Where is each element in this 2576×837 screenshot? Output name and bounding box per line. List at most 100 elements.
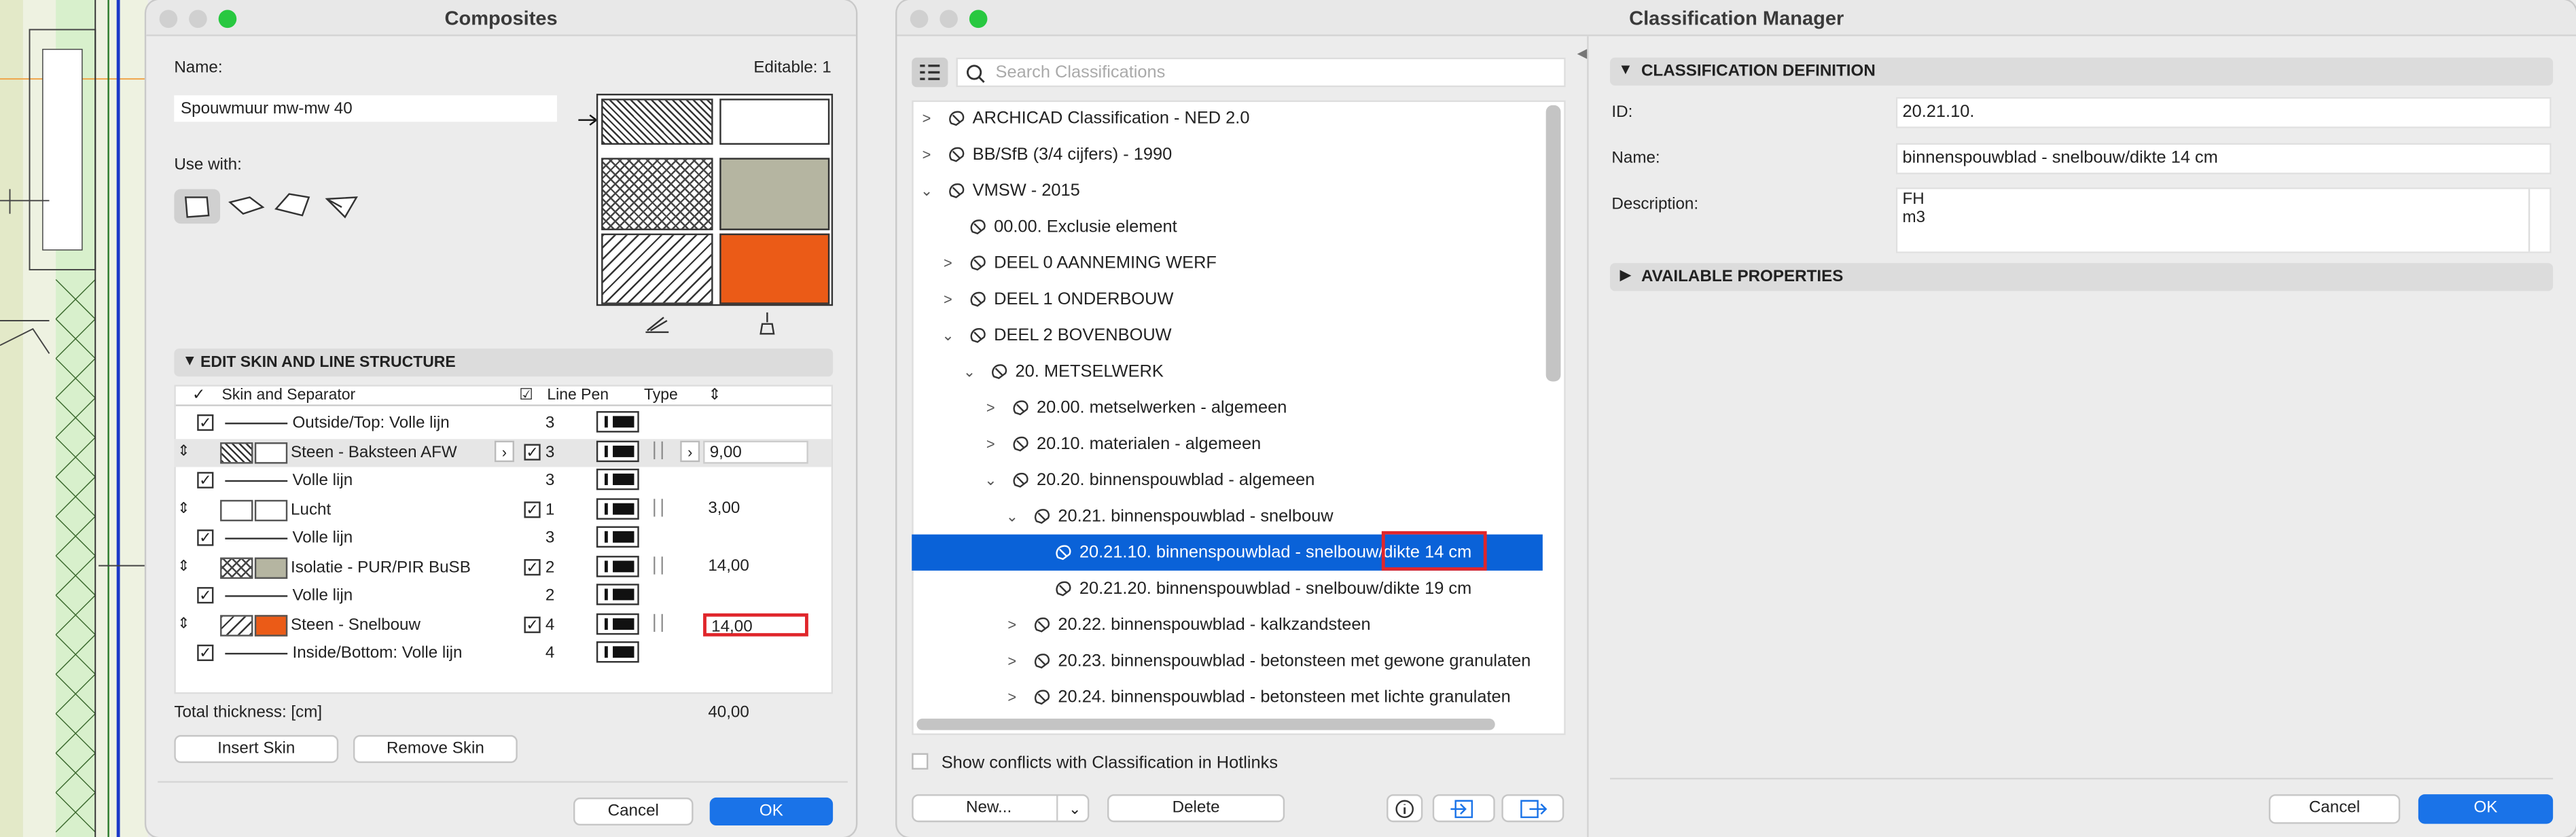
skin-line-checkbox[interactable]: ✓ bbox=[524, 501, 541, 518]
drag-handle-icon[interactable]: ⇕ bbox=[177, 614, 190, 633]
tree-item-7[interactable]: ⌄ 20. METSELWERK bbox=[912, 353, 1543, 389]
skin-line-checkbox[interactable]: ✓ bbox=[524, 616, 541, 633]
drag-handle-icon[interactable]: ⇕ bbox=[177, 556, 190, 575]
chevron-right-icon[interactable]: › bbox=[494, 440, 514, 461]
drag-handle-icon[interactable]: ⇕ bbox=[177, 442, 190, 460]
tree-item-1[interactable]: > BB/SfB (3/4 cijfers) - 1990 bbox=[912, 137, 1543, 173]
skin-thickness-field[interactable]: 14,00 bbox=[703, 555, 808, 578]
floor-plan-view[interactable] bbox=[0, 0, 148, 837]
chevron-down-icon[interactable]: ⌄ bbox=[1004, 498, 1020, 534]
skin-color-swatch[interactable] bbox=[254, 499, 288, 521]
line-visible-checkbox[interactable]: ✓ bbox=[197, 587, 214, 604]
tree-item-6[interactable]: ⌄ DEEL 2 BOVENBOUW bbox=[912, 317, 1543, 353]
drag-handle-icon[interactable]: ⇕ bbox=[177, 499, 190, 518]
available-properties-header[interactable]: ▶ AVAILABLE PROPERTIES bbox=[1610, 263, 2554, 291]
line-pen-number[interactable]: 3 bbox=[545, 529, 554, 548]
chevron-right-icon[interactable]: > bbox=[982, 426, 999, 462]
classification-definition-header[interactable]: ▼ CLASSIFICATION DEFINITION bbox=[1610, 57, 2554, 86]
remove-skin-button[interactable]: Remove Skin bbox=[353, 734, 518, 764]
chevron-right-icon[interactable]: › bbox=[680, 440, 700, 461]
line-pen-number[interactable]: 1 bbox=[545, 501, 554, 519]
skin-row-7[interactable]: ⇕ Steen - Snelbouw ✓ 4 ⎮⎮ 14,00 bbox=[174, 611, 831, 639]
skin-hatch-swatch[interactable] bbox=[220, 499, 253, 521]
show-conflicts-checkbox[interactable] bbox=[912, 753, 929, 770]
line-type-selector[interactable] bbox=[596, 584, 639, 605]
line-type-selector[interactable] bbox=[596, 468, 639, 491]
skin-thickness-field[interactable]: 3,00 bbox=[703, 497, 808, 520]
classification-cancel-button[interactable]: Cancel bbox=[2268, 794, 2401, 824]
chevron-down-icon[interactable]: ⌄ bbox=[982, 462, 999, 498]
new-dropdown-button[interactable]: New... ⌄ bbox=[912, 794, 1090, 823]
tree-item-15[interactable]: >20.23. binnenspouwblad - betonsteen met… bbox=[912, 643, 1543, 679]
skin-row-8[interactable]: ✓ Inside/Bottom: Volle lijn 4 bbox=[174, 640, 831, 668]
tree-item-3[interactable]: 00.00. Exclusie element bbox=[912, 209, 1543, 245]
skin-line-checkbox[interactable]: ✓ bbox=[524, 558, 541, 575]
line-pen-number[interactable]: 4 bbox=[545, 616, 554, 634]
tree-item-13[interactable]: 20.21.20. binnenspouwblad - snelbouw/dik… bbox=[912, 571, 1543, 607]
tree-item-8[interactable]: >20.00. metselwerken - algemeen bbox=[912, 390, 1543, 426]
insert-skin-button[interactable]: Insert Skin bbox=[174, 734, 339, 764]
use-with-wall-button[interactable] bbox=[174, 189, 221, 224]
line-type-selector[interactable] bbox=[596, 526, 639, 548]
description-field[interactable]: FH m3 bbox=[1895, 187, 2552, 253]
line-type-selector[interactable] bbox=[596, 641, 639, 663]
skin-type-icon[interactable]: ⎮⎮ bbox=[651, 556, 666, 575]
id-field[interactable]: 20.21.10. bbox=[1895, 96, 2552, 128]
cut-fill-icon[interactable] bbox=[644, 313, 670, 336]
line-type-selector[interactable] bbox=[596, 497, 639, 519]
line-pen-number[interactable]: 2 bbox=[545, 558, 554, 577]
tree-item-11[interactable]: ⌄ 20.21. binnenspouwblad - snelbouw bbox=[912, 498, 1543, 534]
chevron-right-icon[interactable]: > bbox=[1004, 679, 1020, 715]
skin-color-swatch[interactable] bbox=[254, 556, 288, 578]
list-view-button[interactable] bbox=[912, 57, 948, 88]
tree-item-10[interactable]: ⌄ 20.20. binnenspouwblad - algemeen bbox=[912, 462, 1543, 498]
skin-row-4[interactable]: ✓ Volle lijn 3 bbox=[174, 524, 831, 552]
skin-hatch-swatch[interactable] bbox=[220, 556, 253, 578]
edit-skin-section-header[interactable]: ▼ EDIT SKIN AND LINE STRUCTURE bbox=[174, 349, 834, 377]
skin-hatch-swatch[interactable] bbox=[220, 441, 253, 463]
tree-item-0[interactable]: > ARCHICAD Classification - NED 2.0 bbox=[912, 101, 1543, 137]
line-pen-number[interactable]: 2 bbox=[545, 587, 554, 605]
tree-vertical-scrollbar[interactable] bbox=[1545, 105, 1561, 382]
line-visible-checkbox[interactable]: ✓ bbox=[197, 644, 214, 662]
line-type-selector[interactable] bbox=[596, 411, 639, 433]
line-visible-checkbox[interactable]: ✓ bbox=[197, 471, 214, 488]
tree-item-16[interactable]: >20.24. binnenspouwblad - betonsteen met… bbox=[912, 679, 1543, 715]
line-pen-number[interactable]: 3 bbox=[545, 472, 554, 491]
name-field[interactable]: binnenspouwblad - snelbouw/dikte 14 cm bbox=[1895, 143, 2552, 175]
import-button[interactable] bbox=[1432, 794, 1495, 823]
delete-button[interactable]: Delete bbox=[1107, 794, 1285, 823]
chevron-right-icon[interactable]: > bbox=[982, 390, 999, 426]
skin-type-icon[interactable]: ⎮⎮ bbox=[651, 499, 666, 518]
info-button[interactable] bbox=[1387, 794, 1423, 823]
tree-item-9[interactable]: >20.10. materialen - algemeen bbox=[912, 426, 1543, 462]
skin-color-swatch[interactable] bbox=[254, 614, 288, 636]
search-classifications-field[interactable]: Search Classifications bbox=[956, 57, 1566, 88]
chevron-right-icon[interactable]: > bbox=[940, 245, 956, 281]
skin-thickness-field[interactable]: 14,00 bbox=[703, 612, 808, 636]
skin-thickness-field[interactable]: 9,00 bbox=[703, 440, 808, 463]
skin-color-swatch[interactable] bbox=[254, 441, 288, 463]
skin-row-2[interactable]: ✓ Volle lijn 3 bbox=[174, 467, 831, 495]
line-type-selector[interactable] bbox=[596, 440, 639, 461]
classification-ok-button[interactable]: OK bbox=[2418, 794, 2554, 824]
skin-type-icon[interactable]: ⎮⎮ bbox=[651, 614, 666, 633]
skin-line-checkbox[interactable]: ✓ bbox=[524, 443, 541, 460]
chevron-right-icon[interactable]: > bbox=[1004, 607, 1020, 643]
line-visible-checkbox[interactable]: ✓ bbox=[197, 414, 214, 431]
chevron-right-icon[interactable]: > bbox=[940, 281, 956, 317]
line-visible-checkbox[interactable]: ✓ bbox=[197, 529, 214, 546]
tree-horizontal-scrollbar[interactable] bbox=[916, 718, 1495, 730]
composite-name-field[interactable]: Spouwmuur mw-mw 40 bbox=[174, 95, 557, 122]
skin-row-1[interactable]: ⇕ Steen - Baksteen AFW › ✓ 3 ⎮⎮ › 9,00 bbox=[174, 438, 831, 467]
tree-item-5[interactable]: > DEEL 1 ONDERBOUW bbox=[912, 281, 1543, 317]
line-type-selector[interactable] bbox=[596, 554, 639, 577]
use-with-roof-button[interactable] bbox=[272, 189, 315, 221]
line-type-selector[interactable] bbox=[596, 612, 639, 635]
skin-row-3[interactable]: ⇕ Lucht ✓ 1 ⎮⎮ 3,00 bbox=[174, 496, 831, 524]
skin-hatch-swatch[interactable] bbox=[220, 614, 253, 636]
chevron-down-icon[interactable]: ⌄ bbox=[940, 317, 956, 353]
tree-item-14[interactable]: >20.22. binnenspouwblad - kalkzandsteen bbox=[912, 607, 1543, 643]
chevron-down-icon[interactable]: ⌄ bbox=[918, 173, 935, 209]
line-pen-number[interactable]: 3 bbox=[545, 414, 554, 433]
